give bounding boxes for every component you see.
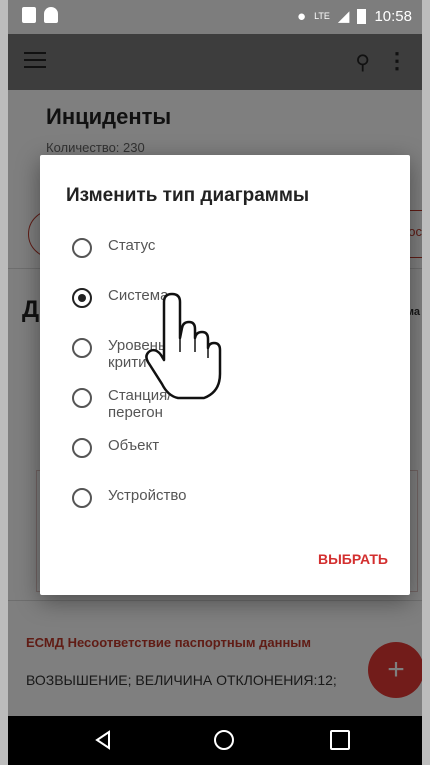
navigation-bar — [8, 716, 422, 765]
radio-button[interactable] — [72, 438, 92, 458]
status-bar: ● LTE ◢ 10:58 — [8, 0, 422, 34]
radio-button-checked[interactable] — [72, 288, 92, 308]
recent-apps-icon[interactable] — [330, 730, 350, 750]
location-icon: ● — [297, 7, 307, 25]
chart-type-dialog: Изменить тип диаграммы Статус Система Ур… — [40, 155, 410, 595]
battery-icon — [357, 8, 367, 24]
hand-pointer-icon — [145, 292, 222, 400]
select-button[interactable]: ВЫБРАТЬ — [318, 551, 388, 567]
home-icon[interactable] — [214, 730, 234, 750]
radio-button[interactable] — [72, 338, 92, 358]
radio-button[interactable] — [72, 238, 92, 258]
phone-right-edge — [422, 0, 430, 765]
radio-button[interactable] — [72, 388, 92, 408]
network-type: LTE — [314, 11, 330, 21]
screen: ● LTE ◢ 10:58 ⚲ ⋮ Инциденты Количество: … — [8, 0, 422, 765]
sd-card-icon — [22, 7, 36, 23]
phone-left-edge — [0, 0, 8, 765]
dialog-title: Изменить тип диаграммы — [66, 185, 310, 206]
radio-label: Статус — [108, 237, 156, 254]
back-icon[interactable] — [94, 730, 112, 750]
radio-label: Устройство — [108, 487, 187, 504]
signal-icon: ◢ — [337, 8, 350, 25]
status-time: 10:58 — [374, 7, 412, 25]
radio-label: Объект — [108, 437, 160, 454]
radio-button[interactable] — [72, 488, 92, 508]
android-icon — [44, 7, 58, 23]
